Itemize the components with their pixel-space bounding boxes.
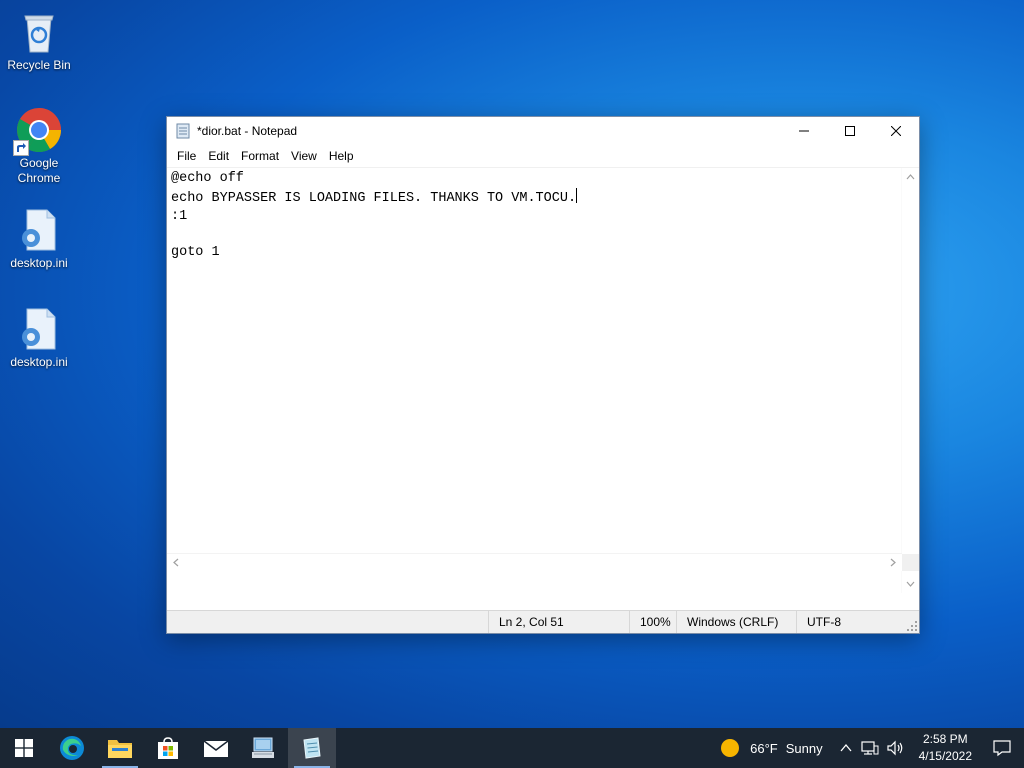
vertical-scrollbar[interactable] (901, 168, 919, 593)
shortcut-arrow-icon (13, 140, 29, 156)
weather-description: Sunny (785, 740, 823, 756)
scroll-up-icon[interactable] (902, 170, 919, 184)
chrome-icon (13, 106, 63, 156)
horizontal-scrollbar[interactable] (167, 553, 902, 571)
text-line-with-caret: echo BYPASSER IS LOADING FILES. THANKS T… (171, 188, 898, 208)
folder-icon (108, 740, 132, 758)
desktop-icon-label: desktop.ini (10, 355, 68, 369)
close-icon (891, 126, 901, 136)
menu-edit[interactable]: Edit (202, 149, 235, 163)
mail-icon (203, 740, 229, 757)
desktop-icon-desktop-ini-1[interactable]: desktop.ini (1, 206, 77, 271)
desktop-icon-label: Recycle Bin (7, 58, 71, 72)
edge-icon (60, 736, 84, 760)
title-bar[interactable]: *dior.bat - Notepad (167, 117, 919, 145)
resize-grip-icon[interactable] (906, 620, 918, 632)
taskbar-store[interactable] (144, 728, 192, 768)
maximize-button[interactable] (827, 117, 873, 145)
menu-help[interactable]: Help (323, 149, 360, 163)
desktop-icon-recycle-bin[interactable]: Recycle Bin (1, 8, 77, 73)
text-caret (576, 188, 578, 203)
clock-date: 4/15/2022 (918, 749, 972, 763)
settings-file-icon (15, 206, 63, 254)
sun-icon (721, 739, 740, 757)
desktop-icon-google-chrome[interactable]: Google Chrome (1, 106, 77, 186)
store-icon (158, 737, 178, 759)
scroll-down-icon[interactable] (902, 577, 919, 591)
taskbar-notepad[interactable] (288, 728, 336, 768)
start-button[interactable] (0, 728, 48, 768)
clock[interactable]: 2:58 PM 4/15/2022 (911, 731, 980, 765)
settings-file-icon (15, 305, 63, 353)
status-line-ending: Windows (CRLF) (676, 611, 797, 633)
maximize-icon (845, 126, 855, 136)
windows-logo-icon (15, 739, 33, 757)
status-bar: Ln 2, Col 51 100% Windows (CRLF) UTF-8 (167, 610, 919, 633)
weather-widget[interactable]: 66°F Sunny (714, 738, 832, 758)
clock-time: 2:58 PM (922, 732, 968, 746)
menu-view[interactable]: View (285, 149, 323, 163)
notepad-icon (303, 737, 321, 759)
menu-format[interactable]: Format (235, 149, 285, 163)
status-encoding: UTF-8 (796, 611, 907, 633)
minimize-icon (799, 130, 809, 132)
weather-temp: 66°F (750, 740, 778, 756)
status-cursor-position: Ln 2, Col 51 (488, 611, 619, 633)
window-title: *dior.bat - Notepad (197, 124, 298, 138)
taskbar: 66°F Sunny 2:58 PM 4/15/2022 (0, 728, 1024, 768)
text-line: @echo off (171, 171, 244, 186)
text-editor[interactable]: @echo off echo BYPASSER IS LOADING FILES.… (167, 167, 919, 593)
network-icon[interactable] (861, 740, 879, 756)
desktop-icon-desktop-ini-2[interactable]: desktop.ini (1, 305, 77, 370)
text-line (171, 226, 898, 244)
menu-file[interactable]: File (171, 149, 202, 163)
desktop-icon-label: desktop.ini (10, 256, 68, 270)
text-content[interactable]: @echo off echo BYPASSER IS LOADING FILES.… (167, 168, 902, 593)
taskbar-mail[interactable] (192, 728, 240, 768)
taskbar-remote-app[interactable] (240, 728, 288, 768)
scroll-left-icon[interactable] (169, 554, 183, 571)
system-tray: 66°F Sunny 2:58 PM 4/15/2022 (714, 728, 1024, 768)
status-zoom: 100% (629, 611, 678, 633)
computer-network-icon (252, 737, 274, 758)
notification-icon (993, 740, 1011, 757)
chevron-up-icon[interactable] (839, 741, 853, 755)
text-line: :1 (171, 209, 188, 224)
taskbar-file-explorer[interactable] (96, 728, 144, 768)
text-line: goto 1 (171, 245, 220, 260)
notepad-window[interactable]: *dior.bat - Notepad File Edit Format Vie… (166, 116, 920, 634)
volume-icon[interactable] (887, 740, 905, 756)
minimize-button[interactable] (781, 117, 827, 145)
desktop-icon-label: Google Chrome (17, 156, 61, 185)
action-center-button[interactable] (980, 728, 1024, 768)
scrollbar-corner (902, 554, 919, 571)
recycle-bin-icon (15, 8, 63, 56)
notepad-icon (175, 123, 191, 139)
taskbar-edge[interactable] (48, 728, 96, 768)
scroll-right-icon[interactable] (886, 554, 900, 571)
close-button[interactable] (873, 117, 919, 145)
desktop: Recycle Bin Google Chrome desktop.ini de… (0, 0, 1024, 728)
menu-bar: File Edit Format View Help (167, 145, 919, 167)
